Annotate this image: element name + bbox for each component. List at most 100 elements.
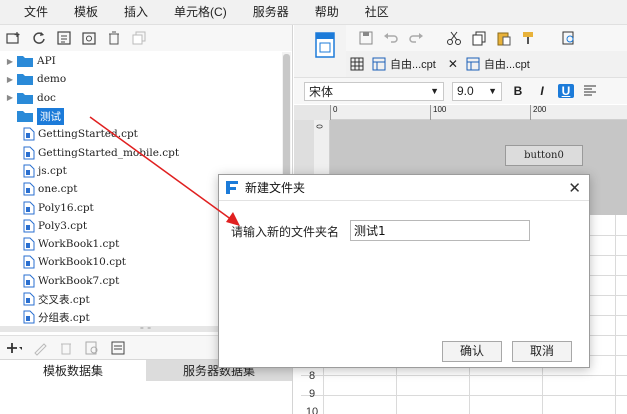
tree-file[interactable]: GettingStarted_mobile.cpt [0, 143, 280, 161]
tab-template-dataset[interactable]: 模板数据集 [0, 360, 146, 381]
ruler-tick: 200 [530, 105, 546, 120]
cpt-tab-icon [466, 57, 480, 71]
format-painter-icon[interactable] [521, 30, 537, 46]
add-dataset-icon[interactable] [6, 340, 22, 356]
cpt-file-icon [23, 310, 35, 324]
menu-help[interactable]: 帮助 [302, 0, 352, 25]
folder-icon [17, 56, 33, 68]
editor-tab-2[interactable]: 自由...cpt [462, 51, 534, 77]
redo-icon[interactable] [408, 30, 424, 46]
folder-icon [17, 74, 33, 86]
editor-tab-1[interactable]: 自由...cpt ✕ [368, 51, 462, 77]
folder-name-label: 请输入新的文件夹名 [231, 225, 340, 239]
menu-cell[interactable]: 单元格(C) [161, 0, 240, 25]
new-folder-dialog: 新建文件夹 ✕ 请输入新的文件夹名 确认 取消 [218, 174, 590, 368]
cpt-file-icon [23, 255, 35, 269]
expand-icon[interactable]: ▶ [3, 57, 17, 66]
cpt-file-icon [23, 164, 35, 178]
edit-icon[interactable] [32, 340, 48, 356]
tree-item-label: doc [37, 91, 56, 104]
preview-icon[interactable] [84, 340, 100, 356]
tree-folder-api[interactable]: ▶ API [0, 52, 280, 70]
tree-folder-doc[interactable]: ▶ doc [0, 89, 280, 107]
folder-icon [17, 111, 33, 123]
canvas-button-widget[interactable]: button0 [505, 145, 583, 166]
tab-grid[interactable] [346, 51, 368, 77]
tree-item-label: js.cpt [38, 164, 67, 177]
refresh-icon[interactable] [31, 30, 47, 46]
align-left-icon[interactable] [582, 83, 598, 99]
font-size-select[interactable]: 9.0 ▼ [452, 81, 502, 101]
tree-item-label: GettingStarted.cpt [38, 128, 138, 141]
close-icon[interactable]: ✕ [568, 179, 581, 197]
row-number[interactable]: 9 [301, 388, 323, 400]
delete-icon[interactable] [106, 30, 122, 46]
tree-toolbar [0, 25, 292, 51]
dataset-settings-icon[interactable] [110, 340, 126, 356]
tree-item-label: 测试 [37, 107, 64, 125]
cut-icon[interactable] [446, 30, 462, 46]
close-icon[interactable]: ✕ [448, 57, 458, 71]
editor-tabs: 自由...cpt ✕ 自由...cpt [346, 51, 627, 77]
cpt-file-icon [23, 201, 35, 215]
menu-file[interactable]: 文件 [0, 0, 61, 25]
grid-icon [350, 57, 364, 71]
bold-button[interactable]: B [510, 84, 526, 98]
new-folder-icon[interactable] [6, 30, 22, 46]
chevron-down-icon: ▼ [488, 86, 497, 96]
tree-item-label: 交叉表.cpt [38, 293, 90, 306]
dialog-title: 新建文件夹 [245, 181, 306, 195]
find-icon[interactable] [561, 30, 577, 46]
cpt-file-icon [23, 127, 35, 141]
menu-insert[interactable]: 插入 [111, 0, 161, 25]
lock-settings-icon[interactable] [81, 30, 97, 46]
font-size-value: 9.0 [457, 84, 474, 98]
font-family-select[interactable]: 宋体 ▼ [304, 81, 444, 101]
cpt-file-icon [23, 219, 35, 233]
ruler-corner [294, 105, 330, 120]
tree-item-label: WorkBook1.cpt [38, 238, 120, 251]
tree-file[interactable]: GettingStarted.cpt [0, 125, 280, 143]
ruler-tick: 0 [330, 105, 337, 120]
italic-button[interactable]: I [534, 84, 550, 98]
cpt-tab-icon [372, 57, 386, 71]
paste-icon[interactable] [496, 30, 512, 46]
expand-icon[interactable]: ▶ [3, 93, 17, 102]
cpt-file-icon [23, 146, 35, 160]
tree-item-label: demo [37, 73, 67, 86]
row-number[interactable]: 10 [301, 406, 323, 414]
horizontal-ruler: 0 100 200 [330, 105, 627, 120]
cpt-file-icon [23, 182, 35, 196]
menu-community[interactable]: 社区 [352, 0, 402, 25]
copy-cell-icon[interactable] [471, 30, 487, 46]
tab-label: 自由...cpt [390, 59, 436, 71]
cpt-file-icon [23, 237, 35, 251]
copy-icon[interactable] [131, 30, 147, 46]
delete-dataset-icon[interactable] [58, 340, 74, 356]
tree-item-label: API [37, 55, 56, 68]
confirm-button[interactable]: 确认 [442, 341, 502, 362]
folder-name-input[interactable] [350, 220, 530, 241]
cancel-button[interactable]: 取消 [512, 341, 572, 362]
underline-button[interactable]: U [558, 84, 574, 98]
tree-item-label: Poly3.cpt [38, 219, 88, 232]
row-number[interactable]: 8 [301, 370, 323, 382]
folder-icon [17, 92, 33, 104]
tree-item-label: one.cpt [38, 183, 78, 196]
undo-icon[interactable] [383, 30, 399, 46]
ruler-zero: 0 [314, 124, 324, 129]
menu-template[interactable]: 模板 [61, 0, 111, 25]
edit-toolbar [346, 25, 627, 51]
tree-item-label: GettingStarted_mobile.cpt [38, 146, 180, 159]
expand-icon[interactable]: ▶ [3, 75, 17, 84]
dialog-titlebar: 新建文件夹 ✕ [219, 175, 589, 201]
component-bar [294, 25, 346, 77]
tree-folder-selected[interactable]: 测试 [0, 107, 280, 125]
menu-server[interactable]: 服务器 [240, 0, 302, 25]
show-info-icon[interactable] [56, 30, 72, 46]
template-icon[interactable] [314, 31, 336, 59]
save-icon[interactable] [358, 30, 374, 46]
menu-bar: 文件 模板 插入 单元格(C) 服务器 帮助 社区 [0, 0, 627, 25]
tree-folder-demo[interactable]: ▶ demo [0, 70, 280, 88]
tree-item-label: WorkBook7.cpt [38, 274, 120, 287]
